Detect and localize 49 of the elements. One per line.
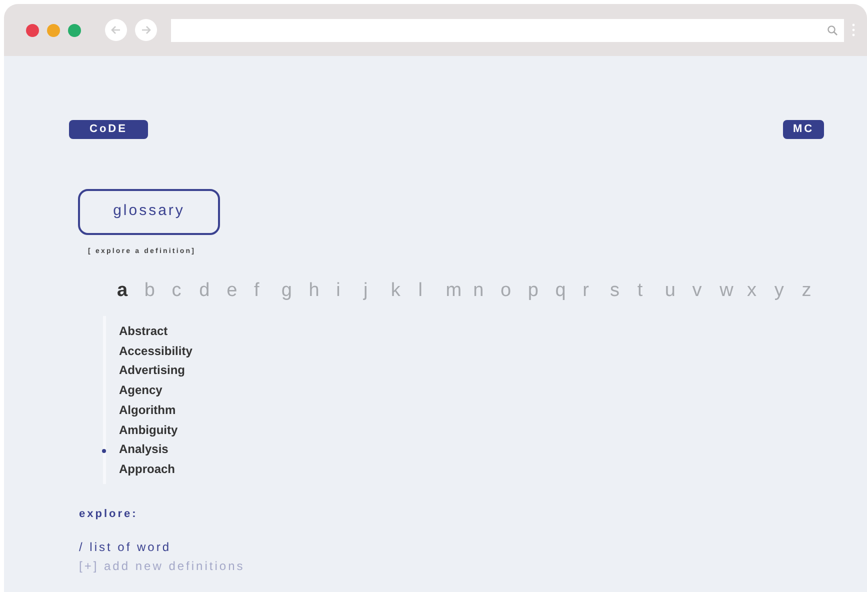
letter-link[interactable]: n — [473, 281, 500, 300]
letter-link[interactable]: j — [364, 281, 391, 300]
word-link[interactable]: Approach — [119, 462, 176, 476]
word-link[interactable]: Agency — [119, 383, 162, 398]
word-link[interactable]: Abstract — [119, 324, 168, 338]
letter-link[interactable]: c — [172, 281, 200, 300]
letter-link[interactable]: s — [610, 281, 638, 300]
right-arrow-icon — [140, 24, 152, 36]
letter-link[interactable]: u — [664, 281, 692, 300]
search-icon[interactable] — [827, 24, 838, 36]
letter-link[interactable]: i — [336, 281, 364, 300]
letter-link[interactable]: r — [582, 281, 610, 300]
letter-link[interactable]: m — [446, 281, 474, 300]
letter-link[interactable]: b — [144, 281, 172, 300]
letter-link[interactable]: z — [802, 281, 830, 300]
letter-link[interactable]: f — [254, 281, 282, 300]
user-button[interactable]: MC — [783, 120, 824, 138]
letter-link[interactable]: h — [308, 281, 336, 300]
logo-button[interactable]: CoDE — [69, 120, 148, 138]
word-link[interactable]: Accessibility — [119, 344, 192, 358]
letter-link[interactable]: t — [637, 281, 665, 300]
address-bar[interactable] — [171, 18, 844, 42]
letter-link[interactable]: v — [692, 281, 720, 300]
explore-link[interactable]: [+] add new definitions — [79, 557, 867, 576]
word-link[interactable]: Analysis — [119, 442, 168, 456]
forward-button[interactable] — [135, 19, 157, 41]
letter-link[interactable]: e — [226, 281, 254, 300]
letter-link[interactable]: o — [500, 281, 528, 300]
letter-link[interactable]: x — [746, 281, 774, 300]
letter-link[interactable]: p — [528, 281, 556, 300]
letter-link[interactable]: y — [774, 281, 802, 300]
letter-link[interactable]: q — [555, 281, 583, 300]
explore-link[interactable]: / list of word — [79, 538, 867, 558]
explore-heading: explore: — [79, 506, 139, 522]
letter-link[interactable]: d — [199, 281, 227, 300]
letter-link[interactable]: w — [720, 281, 747, 300]
glossary-button[interactable]: glossary — [78, 188, 220, 234]
letter-link[interactable]: g — [281, 281, 309, 300]
word-link[interactable]: Ambiguity — [119, 422, 178, 437]
back-button[interactable] — [105, 19, 127, 41]
letter-link[interactable]: a — [117, 281, 144, 300]
window-control-dot[interactable] — [68, 24, 81, 36]
window-control-dot[interactable] — [26, 24, 39, 36]
word-link[interactable]: Algorithm — [119, 402, 176, 417]
letter-link[interactable]: k — [390, 281, 418, 300]
left-arrow-icon — [110, 24, 122, 36]
letter-link[interactable]: l — [418, 281, 446, 300]
window-control-dot[interactable] — [47, 24, 60, 36]
word-link[interactable]: Advertising — [119, 363, 186, 378]
